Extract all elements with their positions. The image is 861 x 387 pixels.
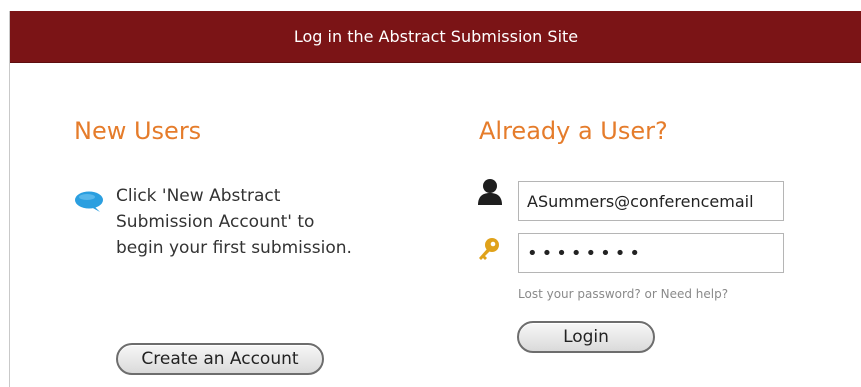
panel-header: Log in the Abstract Submission Site <box>10 11 861 63</box>
password-help-link[interactable]: Lost your password? or Need help? <box>518 287 728 301</box>
login-panel: Log in the Abstract Submission Site New … <box>9 11 861 387</box>
login-button[interactable]: Login <box>517 321 655 353</box>
speech-bubble-icon <box>74 191 104 217</box>
key-icon <box>477 237 501 267</box>
user-icon <box>477 178 503 210</box>
email-field[interactable] <box>518 181 784 221</box>
password-field[interactable] <box>518 233 784 273</box>
create-account-button[interactable]: Create an Account <box>116 343 324 375</box>
already-user-heading: Already a User? <box>479 117 668 145</box>
new-users-info-text: Click 'New Abstract Submission Account' … <box>116 186 352 258</box>
new-users-heading: New Users <box>74 117 202 145</box>
